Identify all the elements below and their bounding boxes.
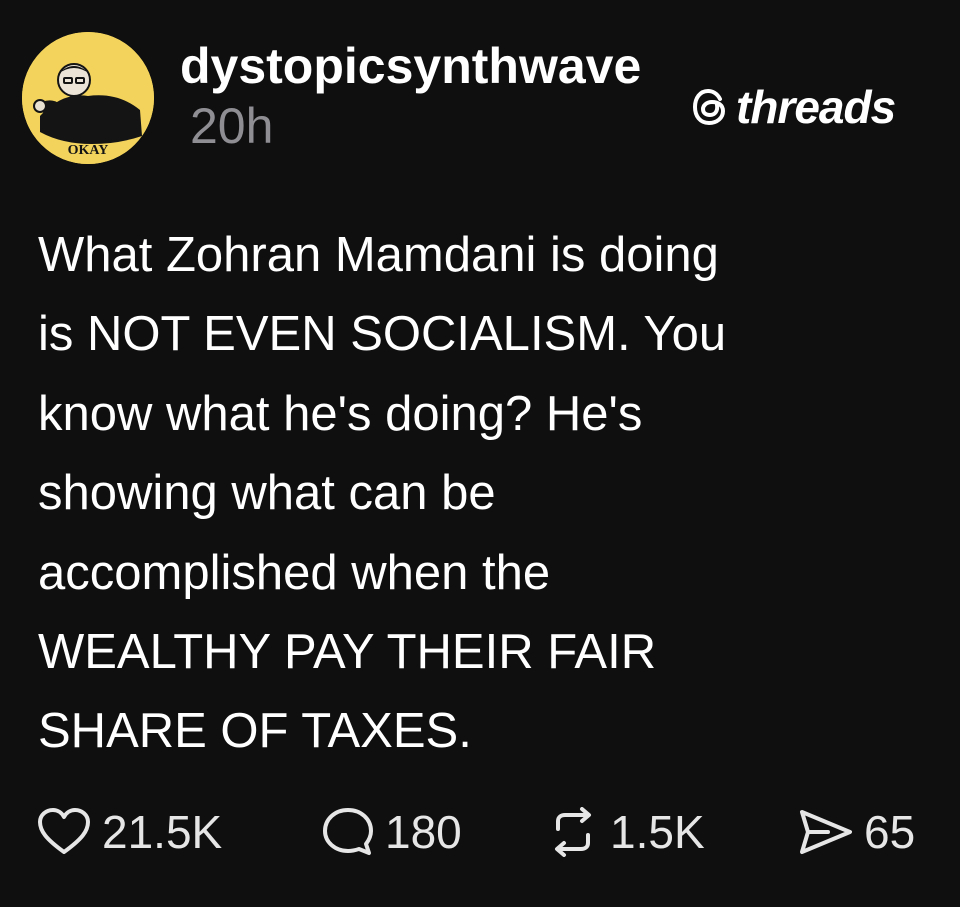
share-count: 65 [864, 806, 916, 858]
threads-brand-name: threads [736, 81, 896, 133]
threads-post: OKAY dystopicsynthwave20h threads What Z… [0, 0, 960, 907]
reply-count: 180 [385, 806, 462, 858]
avatar-label: OKAY [68, 143, 109, 158]
avatar[interactable]: OKAY [22, 32, 154, 164]
like-count: 21.5K [102, 806, 223, 858]
post-actions: 21.5K 180 1.5K 65 [36, 804, 936, 860]
repost-button[interactable]: 1.5K [546, 804, 705, 860]
threads-logo-icon [692, 88, 726, 126]
post-body: What Zohran Mamdani is doing is NOT EVEN… [38, 228, 727, 759]
share-icon [800, 810, 852, 854]
repost-icon [555, 807, 591, 857]
post-timestamp: 20h [190, 98, 274, 154]
reply-button[interactable]: 180 [321, 804, 462, 860]
like-button[interactable]: 21.5K [36, 804, 222, 860]
avatar-image: OKAY [22, 32, 154, 164]
comment-icon [323, 808, 373, 855]
heart-icon [38, 808, 90, 854]
post-header: dystopicsynthwave20h [180, 36, 650, 156]
repost-count: 1.5K [610, 806, 705, 858]
threads-brand: threads [690, 80, 896, 134]
share-button[interactable]: 65 [798, 804, 915, 860]
username-link[interactable]: dystopicsynthwave [180, 38, 641, 94]
